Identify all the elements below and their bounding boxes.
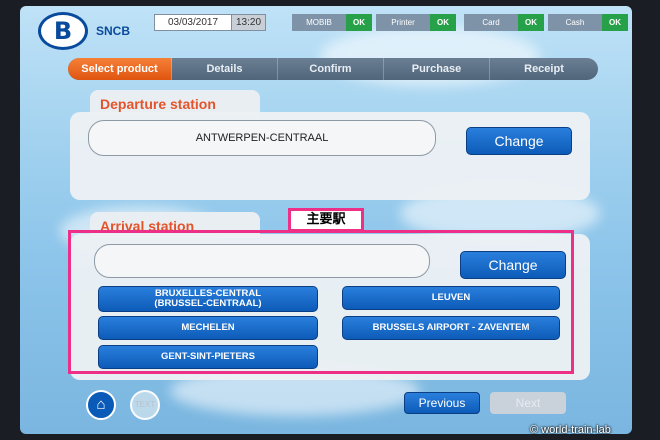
step-details: Details	[172, 58, 278, 80]
status-mobib: MOBIB OK	[292, 14, 372, 31]
progress-steps: Select product Details Confirm Purchase …	[68, 58, 598, 80]
status-ok-badge: OK	[518, 14, 544, 31]
status-label: Cash	[548, 14, 602, 31]
sncb-logo: B	[38, 12, 88, 50]
step-select-product: Select product	[68, 58, 172, 80]
step-confirm: Confirm	[278, 58, 384, 80]
watermark-credit: © world-train-lab	[530, 424, 611, 436]
text-icon[interactable]: TEXT	[130, 390, 160, 420]
status-printer: Printer OK	[376, 14, 456, 31]
main-stations-highlight	[68, 230, 574, 374]
text-icon-label: TEXT	[134, 400, 156, 409]
previous-button[interactable]: Previous	[404, 392, 480, 414]
date-time-display: 03/03/2017 13:20	[154, 14, 266, 31]
status-label: Printer	[376, 14, 430, 31]
departure-change-button[interactable]: Change	[466, 127, 572, 155]
date-text: 03/03/2017	[167, 17, 219, 28]
step-receipt: Receipt	[524, 63, 564, 75]
status-label: MOBIB	[292, 14, 346, 31]
next-button[interactable]: Next	[490, 392, 566, 414]
status-cash: Cash OK	[548, 14, 628, 31]
departure-station-field: ANTWERPEN-CENTRAAL	[88, 120, 436, 156]
time-text: 13:20	[231, 15, 265, 30]
brand-name: SNCB	[96, 24, 131, 38]
status-ok-badge: OK	[430, 14, 456, 31]
status-label: Card	[464, 14, 518, 31]
status-card: Card OK	[464, 14, 544, 31]
status-ok-badge: OK	[602, 14, 628, 31]
home-icon[interactable]: ⌂	[86, 390, 116, 420]
main-stations-annotation: 主要駅	[288, 208, 364, 232]
logo-letter: B	[53, 17, 73, 45]
status-ok-badge: OK	[346, 14, 372, 31]
step-purchase: Purchase	[384, 58, 490, 80]
